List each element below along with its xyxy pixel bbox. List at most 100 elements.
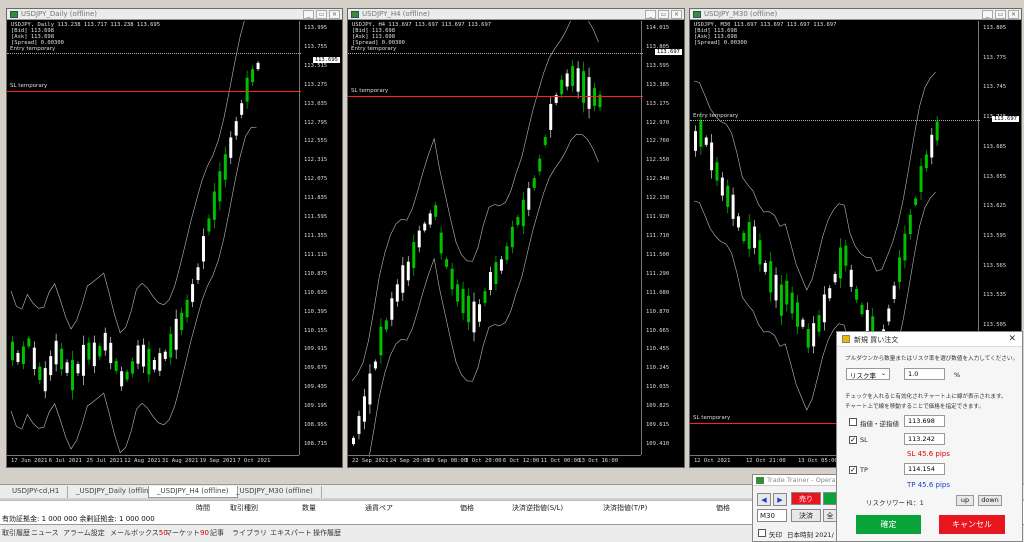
buy-button-partial[interactable] [823,492,837,505]
window-titlebar[interactable]: USDJPY_H4 (offline) _ ▭ × [348,9,684,20]
price-tick: 111.355 [304,233,328,239]
tab-usdjpy-h1[interactable]: USDJPY-cd,H1 [4,486,69,498]
candle [817,315,821,332]
candle [483,291,487,303]
settle-all-button[interactable]: 全 [823,509,837,522]
window-titlebar[interactable]: USDJPY_Daily (offline) _ ▭ × [7,9,342,20]
timeframe-select[interactable]: M30 [757,509,787,522]
entry-line[interactable] [348,53,643,54]
minimize-icon[interactable]: _ [982,10,993,19]
confirm-button[interactable]: 確定 [856,515,921,534]
tp-label: TP [860,466,868,474]
tab-alerts[interactable]: アラーム設定 [63,528,105,538]
tab-history[interactable]: 取引履歴 [2,528,30,538]
candle [571,66,575,86]
price-tick: 110.665 [646,327,670,334]
tab-articles[interactable]: 記事 [210,528,224,538]
price-tick: 112.340 [646,176,670,183]
candle [207,218,211,232]
candle [478,304,481,322]
price-tick: 112.555 [304,138,328,145]
price-axis[interactable]: 114.015 113.805 113.595 113.385 113.175 112.9… [641,21,684,455]
tab-market[interactable]: マーケット90 [165,528,209,538]
prev-bar-button[interactable]: ◀ [757,493,771,506]
maximize-icon[interactable]: ▭ [316,10,327,19]
price-tick: 110.155 [304,327,328,334]
candle [855,288,859,300]
price-tick: 110.455 [646,346,670,353]
mode-value-input[interactable]: 1.0 [904,368,945,380]
arrow-checkbox[interactable] [758,529,766,537]
candle [54,340,58,365]
tab-usdjpy-h4[interactable]: _USDJPY_H4 (offline) [148,486,238,498]
price-chart[interactable] [7,21,301,457]
sl-line[interactable] [7,91,301,92]
chart-window-h4[interactable]: USDJPY_H4 (offline) _ ▭ × USDJPY, H4 113.6… [347,8,685,468]
entry-line[interactable] [7,53,301,54]
price-tick: 109.435 [304,384,328,391]
date-tick: 24 Sep 20:00 [389,458,430,464]
price-tick: 113.805 [983,25,1007,31]
sl-checkbox[interactable]: ✓ [849,436,857,444]
reward-label: リスクリワード [866,499,912,507]
tab-experts[interactable]: エキスパート [270,528,312,538]
entry-line[interactable] [690,120,980,121]
candle [699,120,703,147]
close-icon[interactable]: × [329,10,340,19]
candle [218,171,222,202]
down-button[interactable]: down [978,495,1002,506]
dialog-titlebar[interactable]: 新規 買い注文 ✕ [837,332,1022,347]
candle [903,233,907,261]
price-tick: 110.635 [304,289,328,296]
price-tick: 111.500 [646,251,670,258]
sl-line[interactable] [348,96,643,97]
time-axis[interactable]: 22 Sep 2021 24 Sep 20:00 29 Sep 08:00 3 Oct… [348,455,641,467]
maximize-icon[interactable]: ▭ [995,10,1006,19]
sl-input[interactable]: 113.242 [904,433,945,445]
close-icon[interactable]: × [671,10,682,19]
settle-button[interactable]: 決済 [791,509,821,522]
minimize-icon[interactable]: _ [645,10,656,19]
next-bar-button[interactable]: ▶ [773,493,787,506]
cancel-button[interactable]: キャンセル [939,515,1005,534]
price-tick: 110.245 [646,365,670,372]
price-tick: 108.955 [304,422,328,429]
minimize-icon[interactable]: _ [303,10,314,19]
tab-usdjpy-m30[interactable]: _USDJPY_M30 (offline) [228,486,322,498]
tab-library[interactable]: ライブラリ [232,528,267,538]
up-button[interactable]: up [956,495,974,506]
limit-checkbox[interactable] [849,418,857,426]
price-chart[interactable] [348,21,643,457]
limit-input[interactable]: 113.698 [904,415,945,427]
tp-checkbox[interactable]: ✓ [849,466,857,474]
window-title: USDJPY_M30 (offline) [704,10,778,18]
tp-input[interactable]: 114.154 [904,463,945,475]
window-titlebar[interactable]: USDJPY_M30 (offline) _ ▭ × [690,9,1021,20]
maximize-icon[interactable]: ▭ [658,10,669,19]
chart-window-daily[interactable]: USDJPY_Daily (offline) _ ▭ × USDJPY, Daily… [6,8,343,468]
price-tick: 113.595 [646,62,670,69]
close-icon[interactable]: ✕ [1008,334,1016,344]
time-axis[interactable]: 17 Jun 2021 6 Jul 2021 25 Jul 2021 12 Aug 2… [7,455,299,467]
candle [785,280,789,305]
instruction-text: プルダウンから数量またはリスク率を選び数値を入力してください。 [845,356,1019,362]
mode-select[interactable]: リスク率 ⌄ [846,368,890,380]
trainer-titlebar[interactable]: Trade Trainer - Operati [753,475,840,486]
close-icon[interactable]: × [1008,10,1019,19]
date-tick: 12 Aug 2021 [124,458,161,464]
candle [152,360,156,370]
reward-value: 1：1 [909,499,924,507]
price-tick: 112.970 [646,119,670,126]
candle [726,185,730,207]
candle [538,158,542,172]
tab-mailbox[interactable]: メールボックス50 [110,528,168,538]
limit-label: 指値・逆指値 [860,420,899,428]
price-axis[interactable]: 113.995 113.755 113.515 113.275 113.035 112.7… [299,21,342,455]
sl-pips: SL 45.6 pips [907,450,950,458]
price-tick: 112.315 [304,157,328,164]
time-label: 日本時刻 2021/ [787,531,834,539]
sell-button[interactable]: 売り [791,492,821,505]
candle [384,320,388,330]
tab-news[interactable]: ニュース [31,528,59,538]
tab-journal[interactable]: 操作履歴 [313,528,341,538]
